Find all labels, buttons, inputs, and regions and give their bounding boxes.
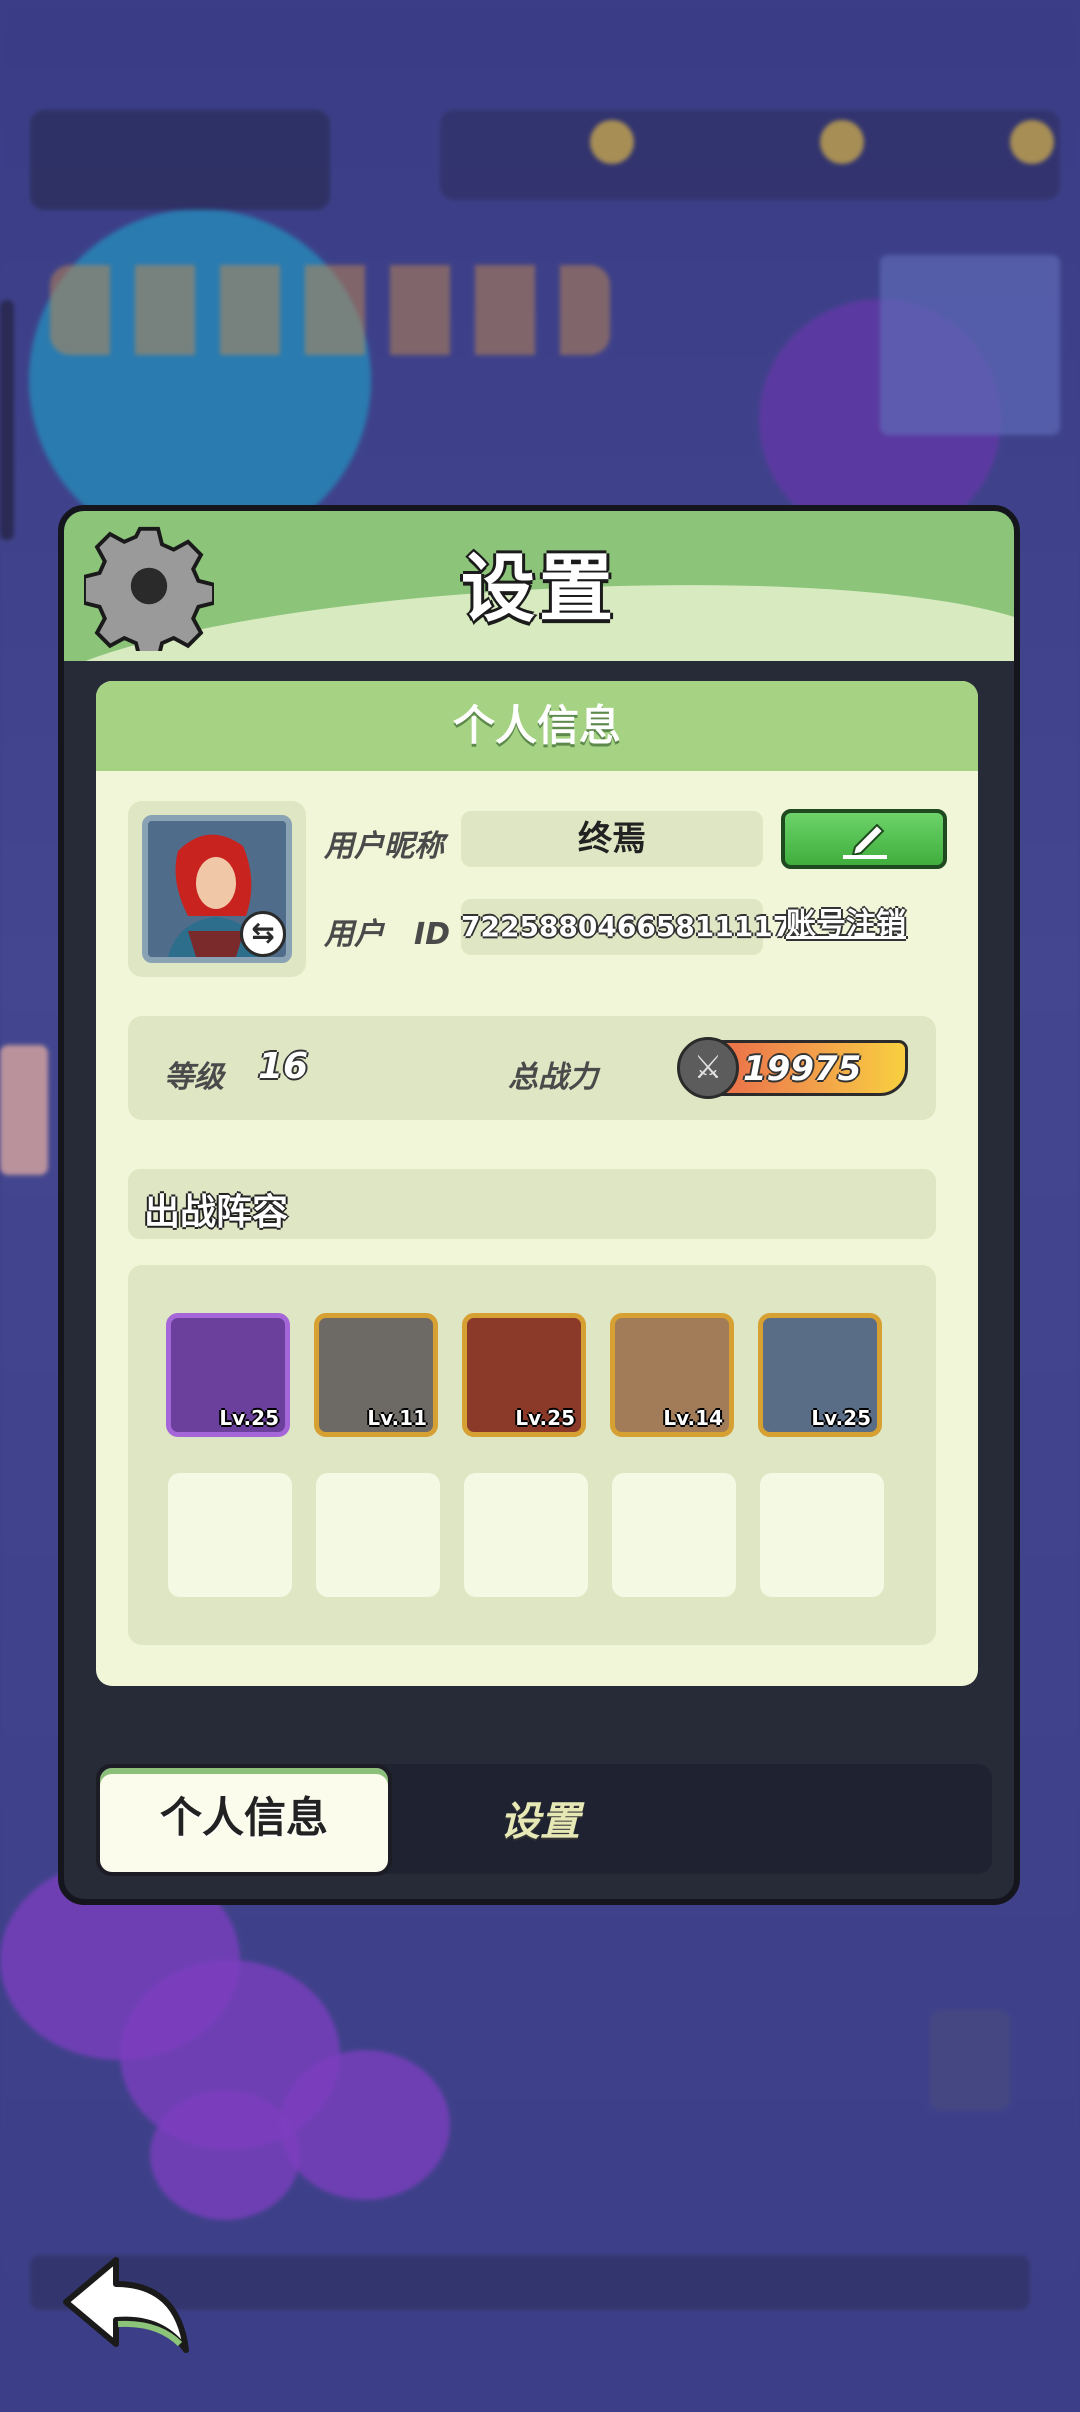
tree-blob xyxy=(280,2050,450,2200)
resource-bar xyxy=(440,110,1060,200)
empty-slot[interactable] xyxy=(168,1473,292,1597)
side-tab xyxy=(0,300,14,540)
stats-row: 等级 16 总战力 ⚔ 19975 xyxy=(128,1016,936,1120)
side-item xyxy=(0,1045,48,1175)
power-value: 19975 xyxy=(743,1049,862,1089)
pencil-icon xyxy=(843,823,887,859)
power-badge: ⚔ 19975 xyxy=(677,1037,908,1099)
level-value: 16 xyxy=(258,1046,309,1087)
player-hud xyxy=(30,110,330,210)
id-label: 用户 ID xyxy=(324,917,451,952)
hero-level: Lv.25 xyxy=(219,1406,279,1430)
hero-level: Lv.25 xyxy=(811,1406,871,1430)
coin-icon xyxy=(820,120,864,164)
gear-icon xyxy=(84,526,214,651)
tree-blob xyxy=(150,2090,300,2220)
empty-slot[interactable] xyxy=(760,1473,884,1597)
avatar-frame: ⇆ xyxy=(128,801,306,977)
back-arrow-icon[interactable] xyxy=(58,2250,198,2360)
edit-nickname-button[interactable] xyxy=(781,809,947,869)
tab-settings[interactable]: 设置 xyxy=(500,1789,580,1847)
hero-level: Lv.25 xyxy=(515,1406,575,1430)
account-cancel-link[interactable]: 账号注销 xyxy=(786,899,906,943)
power-label: 总战力 xyxy=(508,1060,598,1095)
hero-card[interactable]: Lv.14 xyxy=(610,1313,734,1437)
nickname-field: 终焉 xyxy=(461,811,763,867)
empty-slot[interactable] xyxy=(464,1473,588,1597)
hero-card[interactable]: Lv.11 xyxy=(314,1313,438,1437)
user-id-field: 72258804665811117 xyxy=(461,899,792,955)
hero-card[interactable]: Lv.25 xyxy=(166,1313,290,1437)
profile-panel: 个人信息 ⇆ 用户昵称 终焉 用户 ID 72258804665811117 账… xyxy=(96,681,978,1686)
nickname-label: 用户昵称 xyxy=(324,829,444,864)
map-building xyxy=(930,2010,1010,2110)
crossed-swords-icon: ⚔ xyxy=(677,1037,739,1099)
empty-slot[interactable] xyxy=(612,1473,736,1597)
coin-icon xyxy=(590,120,634,164)
lineup-grid: Lv.25 Lv.11 Lv.25 Lv.14 Lv.25 xyxy=(128,1265,936,1645)
hero-card[interactable]: Lv.25 xyxy=(758,1313,882,1437)
minimap xyxy=(880,255,1060,435)
lineup-title: 出战阵容 xyxy=(144,1192,289,1233)
swap-icon[interactable]: ⇆ xyxy=(240,911,286,957)
level-label: 等级 xyxy=(164,1060,224,1095)
settings-dialog: 设置 个人信息 ⇆ 用户昵称 终焉 用户 ID 7225880466581111… xyxy=(58,505,1020,1905)
lineup-header: 出战阵容 xyxy=(128,1169,936,1239)
coin-icon xyxy=(1010,120,1054,164)
empty-slot[interactable] xyxy=(316,1473,440,1597)
section-title: 个人信息 xyxy=(96,681,978,771)
hero-level: Lv.14 xyxy=(663,1406,723,1430)
hero-queue xyxy=(50,265,610,355)
tab-profile[interactable]: 个人信息 xyxy=(96,1764,392,1876)
hero-card[interactable]: Lv.25 xyxy=(462,1313,586,1437)
hero-level: Lv.11 xyxy=(367,1406,427,1430)
